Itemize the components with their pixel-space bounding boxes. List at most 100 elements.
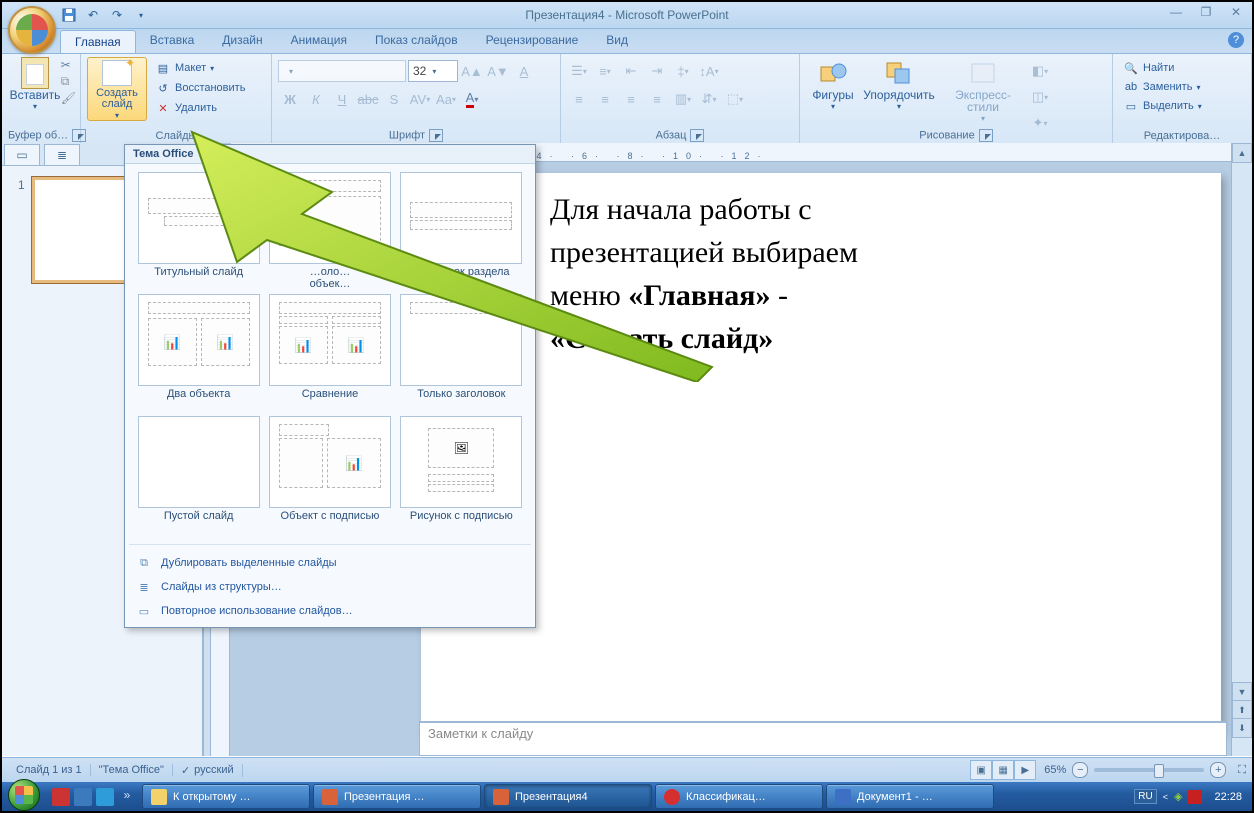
numbering-icon[interactable]: ≡▾ bbox=[593, 59, 617, 83]
close-button[interactable]: ✕ bbox=[1226, 5, 1246, 19]
undo-icon[interactable]: ↶ bbox=[84, 6, 102, 24]
change-case-icon[interactable]: Aa▾ bbox=[434, 87, 458, 111]
delete-slide-button[interactable]: ✕Удалить bbox=[151, 99, 249, 117]
menu-slides-from-outline[interactable]: ≣Слайды из структуры… bbox=[125, 575, 535, 599]
status-language[interactable]: русский bbox=[194, 764, 233, 776]
align-left-icon[interactable]: ≡ bbox=[567, 87, 591, 111]
zoom-in-icon[interactable]: + bbox=[1210, 762, 1226, 778]
cut-icon[interactable]: ✂ bbox=[61, 58, 76, 72]
shape-fill-icon[interactable]: ◧▾ bbox=[1028, 59, 1052, 83]
language-indicator[interactable]: RU bbox=[1134, 789, 1156, 804]
start-button[interactable] bbox=[2, 782, 46, 811]
outline-tab-icon[interactable]: ≣ bbox=[44, 144, 80, 165]
underline-icon[interactable]: Ч bbox=[330, 87, 354, 111]
qat-more-icon[interactable]: ▾ bbox=[132, 6, 150, 24]
line-spacing-icon[interactable]: ‡▾ bbox=[671, 59, 695, 83]
tray-arrow-icon[interactable]: < bbox=[1163, 792, 1168, 802]
layout-title-content[interactable]: …оло… объек… bbox=[268, 172, 391, 290]
layout-picture-caption[interactable]: 🖼Рисунок с подписью bbox=[400, 416, 523, 534]
format-painter-icon[interactable]: 🖌 bbox=[61, 91, 76, 105]
shapes-button[interactable]: Фигуры▾ bbox=[806, 57, 860, 115]
scroll-down-icon[interactable]: ▼ bbox=[1232, 682, 1252, 702]
reset-button[interactable]: ↺Восстановить bbox=[151, 79, 249, 97]
layout-content-caption[interactable]: 📊Объект с подписью bbox=[268, 416, 391, 534]
font-dialog-icon[interactable] bbox=[429, 129, 443, 142]
arrange-button[interactable]: Упорядочить▾ bbox=[860, 57, 938, 115]
layout-title-only[interactable]: Только заголовок bbox=[400, 294, 523, 412]
zoom-percent[interactable]: 65% bbox=[1044, 764, 1066, 776]
shadow-icon[interactable]: S bbox=[382, 87, 406, 111]
clear-format-icon[interactable]: A bbox=[512, 59, 536, 83]
ql-icon-1[interactable] bbox=[52, 788, 70, 806]
tab-design[interactable]: Дизайн bbox=[208, 29, 276, 53]
view-sorter-icon[interactable]: ▦ bbox=[992, 760, 1014, 780]
menu-reuse-slides[interactable]: ▭Повторное использование слайдов… bbox=[125, 599, 535, 623]
columns-icon[interactable]: ▥▾ bbox=[671, 87, 695, 111]
layout-two-content[interactable]: 📊📊Два объекта bbox=[137, 294, 260, 412]
copy-icon[interactable]: ⧉ bbox=[61, 74, 76, 89]
tab-slideshow[interactable]: Показ слайдов bbox=[361, 29, 472, 53]
font-size-combo[interactable]: 32▾ bbox=[408, 60, 458, 82]
menu-duplicate-slides[interactable]: ⧉Дублировать выделенные слайды bbox=[125, 551, 535, 575]
zoom-out-icon[interactable]: − bbox=[1072, 762, 1088, 778]
view-normal-icon[interactable]: ▣ bbox=[970, 760, 992, 780]
minimize-button[interactable]: — bbox=[1166, 5, 1186, 19]
tray-icon-2[interactable] bbox=[1188, 790, 1202, 804]
task-presentation4[interactable]: Презентация4 bbox=[484, 784, 652, 809]
spellcheck-icon[interactable]: ✓ bbox=[181, 764, 190, 777]
prev-slide-icon[interactable]: ⬆ bbox=[1232, 700, 1252, 720]
save-icon[interactable] bbox=[60, 6, 78, 24]
notes-pane[interactable]: Заметки к слайду bbox=[419, 722, 1227, 756]
grow-font-icon[interactable]: A▲ bbox=[460, 59, 484, 83]
replace-button[interactable]: abЗаменить▾ bbox=[1119, 78, 1245, 96]
redo-icon[interactable]: ↷ bbox=[108, 6, 126, 24]
drawing-dialog-icon[interactable] bbox=[979, 129, 993, 142]
vertical-scrollbar[interactable]: ▲ ▼ ⬆ ⬇ bbox=[1231, 143, 1252, 756]
bullets-icon[interactable]: ☰▾ bbox=[567, 59, 591, 83]
font-color-icon[interactable]: A▾ bbox=[460, 87, 484, 111]
tab-review[interactable]: Рецензирование bbox=[472, 29, 593, 53]
select-button[interactable]: ▭Выделить▾ bbox=[1119, 97, 1245, 115]
bold-icon[interactable]: Ж bbox=[278, 87, 302, 111]
ql-icon-2[interactable] bbox=[74, 788, 92, 806]
task-presentation-a[interactable]: Презентация … bbox=[313, 784, 481, 809]
tab-insert[interactable]: Вставка bbox=[136, 29, 209, 53]
task-word[interactable]: Документ1 - … bbox=[826, 784, 994, 809]
layout-button[interactable]: ▤Макет▾ bbox=[151, 59, 249, 77]
maximize-button[interactable]: ❐ bbox=[1196, 5, 1216, 19]
ql-icon-3[interactable] bbox=[96, 788, 114, 806]
layout-blank[interactable]: Пустой слайд bbox=[137, 416, 260, 534]
help-icon[interactable]: ? bbox=[1228, 32, 1244, 48]
font-name-combo[interactable]: ▾ bbox=[278, 60, 406, 82]
justify-icon[interactable]: ≡ bbox=[645, 87, 669, 111]
quick-styles-button[interactable]: Экспресс-стили▾ bbox=[938, 57, 1028, 127]
zoom-slider[interactable] bbox=[1094, 768, 1204, 772]
text-direction-icon[interactable]: ↕A▾ bbox=[697, 59, 721, 83]
new-slide-button[interactable]: Создать слайд▾ bbox=[87, 57, 147, 121]
layout-section-header[interactable]: Заголовок раздела bbox=[400, 172, 523, 290]
tray-icon-1[interactable]: ◈ bbox=[1174, 790, 1182, 803]
smartart-icon[interactable]: ⬚▾ bbox=[723, 87, 747, 111]
fit-window-icon[interactable]: ⛶ bbox=[1238, 764, 1246, 777]
paste-button[interactable]: Вставить ▾ bbox=[8, 57, 62, 115]
view-slideshow-icon[interactable]: ▶ bbox=[1014, 760, 1036, 780]
list-level-icon[interactable]: ⇤ bbox=[619, 59, 643, 83]
slides-tab-icon[interactable]: ▭ bbox=[4, 144, 40, 165]
task-explorer[interactable]: К открытому … bbox=[142, 784, 310, 809]
layout-comparison[interactable]: 📊📊Сравнение bbox=[268, 294, 391, 412]
find-button[interactable]: 🔍Найти bbox=[1119, 59, 1245, 77]
strike-icon[interactable]: abc bbox=[356, 87, 380, 111]
paragraph-dialog-icon[interactable] bbox=[690, 129, 704, 142]
shape-outline-icon[interactable]: ◫▾ bbox=[1028, 85, 1052, 109]
list-level2-icon[interactable]: ⇥ bbox=[645, 59, 669, 83]
office-button[interactable] bbox=[8, 6, 56, 54]
clock[interactable]: 22:28 bbox=[1208, 791, 1248, 803]
align-right-icon[interactable]: ≡ bbox=[619, 87, 643, 111]
align-text-icon[interactable]: ⇵▾ bbox=[697, 87, 721, 111]
italic-icon[interactable]: К bbox=[304, 87, 328, 111]
shrink-font-icon[interactable]: A▼ bbox=[486, 59, 510, 83]
layout-title-slide[interactable]: Титульный слайд bbox=[137, 172, 260, 290]
tab-animation[interactable]: Анимация bbox=[277, 29, 361, 53]
shape-effects-icon[interactable]: ✦▾ bbox=[1028, 111, 1052, 135]
ql-more-icon[interactable]: » bbox=[118, 788, 136, 806]
